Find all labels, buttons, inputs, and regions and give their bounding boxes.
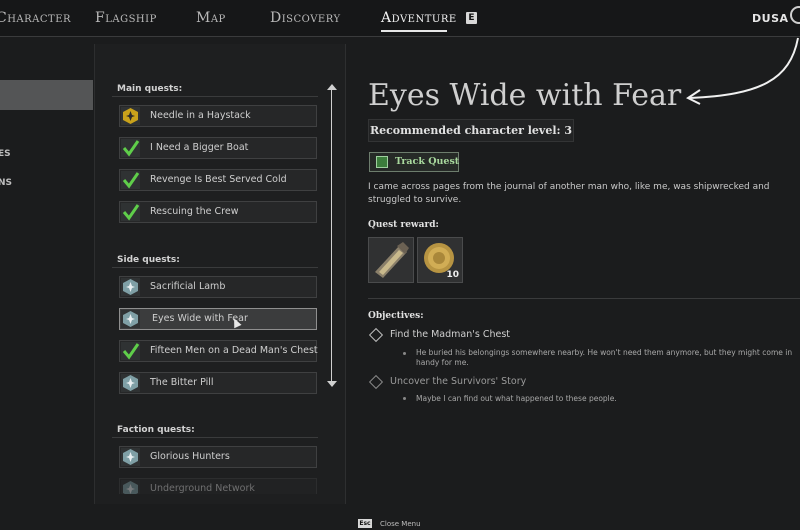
quest-reward-label: Quest reward: <box>368 220 439 230</box>
objectives-label: Objectives: <box>368 311 424 321</box>
objective-title: Uncover the Survivors' Story <box>390 376 527 387</box>
track-quest-button[interactable]: Track Quest <box>369 152 459 172</box>
recommended-level-badge: Recommended character level: 3 <box>368 119 574 142</box>
track-quest-icon <box>376 156 388 168</box>
bullet-icon <box>403 397 406 400</box>
escape-key-hint: Esc <box>358 519 372 528</box>
objective-detail: Maybe I can find out what happened to th… <box>416 394 617 403</box>
bullet-icon <box>403 352 406 355</box>
reward-slot-gold[interactable]: 10 <box>417 237 463 283</box>
details-divider <box>368 298 800 299</box>
reward-count: 10 <box>446 270 459 280</box>
reward-slot-spyglass[interactable] <box>368 237 414 283</box>
track-quest-label: Track Quest <box>395 156 460 167</box>
objective-detail: He buried his belongings somewhere nearb… <box>416 348 793 367</box>
close-menu-button[interactable]: Close Menu <box>380 520 421 528</box>
quest-description: I came across pages from the journal of … <box>368 182 770 205</box>
objective-title: Find the Madman's Chest <box>390 329 510 340</box>
spyglass-icon <box>369 238 413 282</box>
